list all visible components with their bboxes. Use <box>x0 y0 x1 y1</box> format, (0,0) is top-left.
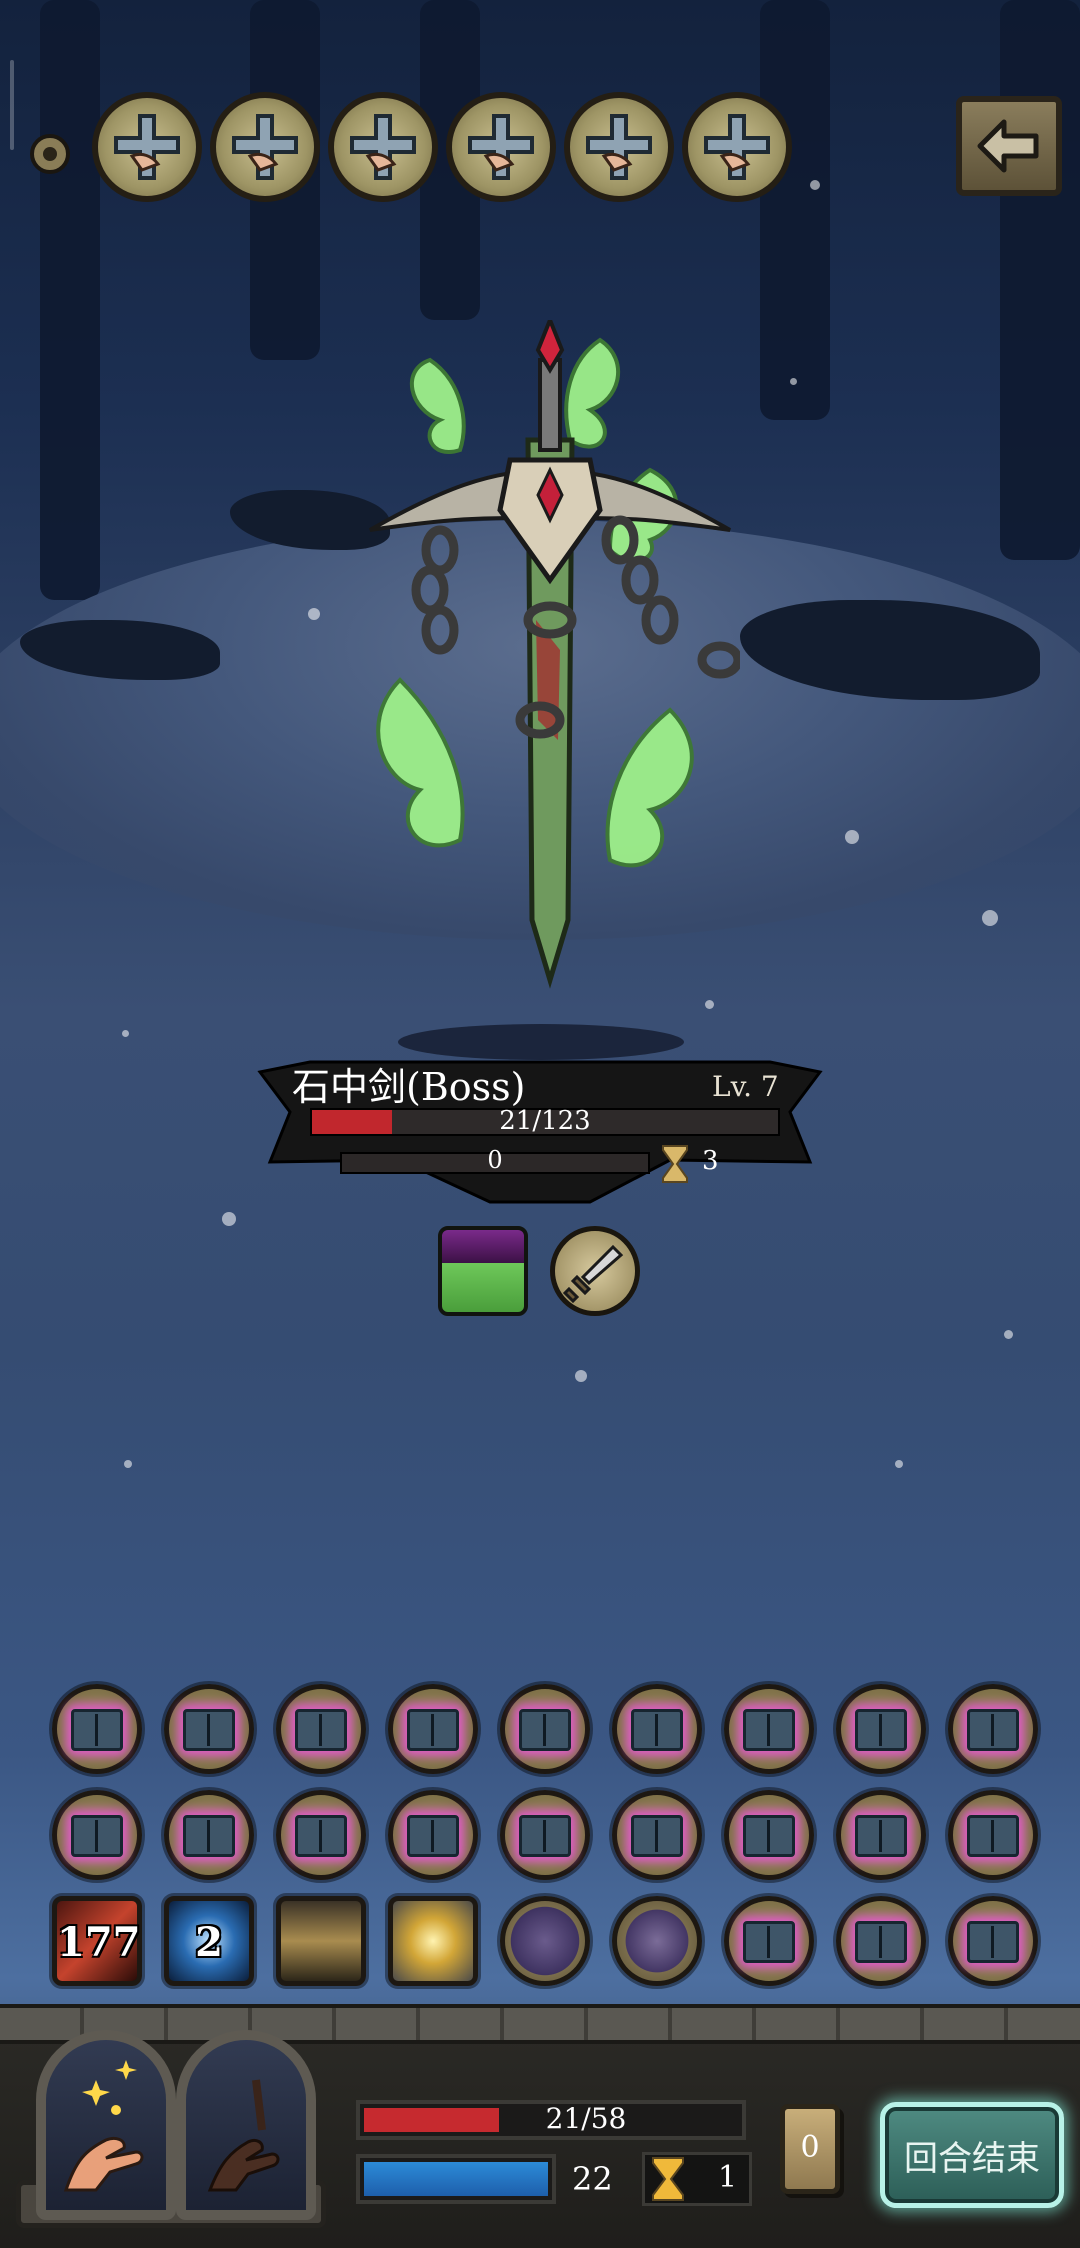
spellbook-icon[interactable] <box>612 1790 702 1880</box>
book-glyph <box>183 1815 235 1857</box>
background-tree <box>40 0 100 600</box>
book-glyph <box>71 1709 123 1751</box>
boss-name: 石中剑(Boss) <box>292 1065 526 1109</box>
cross-shield-icon[interactable] <box>682 92 792 202</box>
book-glyph <box>295 1709 347 1751</box>
cross-shield-icon[interactable] <box>328 92 438 202</box>
book-glyph <box>407 1709 459 1751</box>
book-glyph <box>631 1815 683 1857</box>
spellbook-icon[interactable] <box>276 1790 366 1880</box>
cross-shield-icon[interactable] <box>92 92 202 202</box>
book-glyph <box>183 1709 235 1751</box>
attack-sword-intent-icon[interactable] <box>550 1226 640 1316</box>
book-glyph <box>631 1709 683 1751</box>
cross-shield-icon[interactable] <box>210 92 320 202</box>
book-glyph <box>855 1709 907 1751</box>
magic-hand-icon <box>63 2060 144 2192</box>
spellbook-icon[interactable] <box>836 1896 926 1986</box>
bat-icon[interactable] <box>612 1896 702 1986</box>
monk-icon[interactable] <box>276 1896 366 1986</box>
player-mana-bar <box>356 2154 556 2204</box>
hourglass-icon <box>652 2157 684 2201</box>
dagger-icon <box>562 1244 624 1304</box>
card-row-1 <box>52 1684 1042 1774</box>
game-stage: 石中剑(Boss) Lv. 7 21/123 0 3 177 2 21/58 2… <box>0 0 1080 2248</box>
frost-icon[interactable]: 2 <box>164 1896 254 1986</box>
back-button[interactable] <box>956 96 1062 196</box>
book-glyph <box>295 1815 347 1857</box>
status-dot-icon <box>30 134 70 174</box>
shadow-hand-icon <box>207 2079 280 2192</box>
book-glyph <box>855 1815 907 1857</box>
cursed-sword-icon <box>369 314 743 989</box>
spellbook-icon[interactable] <box>164 1684 254 1774</box>
book-glyph <box>743 1709 795 1751</box>
arrow-left-icon <box>977 119 1039 173</box>
cross-shield-icon[interactable] <box>446 92 556 202</box>
book-glyph <box>743 1815 795 1857</box>
spellbook-icon[interactable] <box>836 1790 926 1880</box>
player-mana-text: 22 <box>572 2160 613 2198</box>
book-glyph <box>855 1921 907 1963</box>
boss-hp-text: 21/123 <box>499 1106 591 1136</box>
spellbook-icon[interactable] <box>836 1684 926 1774</box>
cross-shield-icon[interactable] <box>564 92 674 202</box>
spellbook-icon[interactable] <box>500 1790 590 1880</box>
spellbook-icon[interactable] <box>164 1790 254 1880</box>
dark-tome-icon[interactable] <box>500 1896 590 1986</box>
book-glyph <box>967 1709 1019 1751</box>
book-glyph <box>967 1921 1019 1963</box>
hourglass-icon <box>662 1145 688 1183</box>
spellbook-icon[interactable] <box>948 1684 1038 1774</box>
spellbook-icon[interactable] <box>724 1790 814 1880</box>
stone-divider <box>0 2004 1080 2044</box>
book-glyph <box>967 1815 1019 1857</box>
player-turns-text: 1 <box>718 2160 738 2195</box>
spellbook-icon[interactable] <box>612 1684 702 1774</box>
scroll-indicator <box>10 60 14 150</box>
background-tree <box>1000 0 1080 560</box>
boss-buff-row <box>92 92 792 202</box>
spellbook-icon[interactable] <box>52 1684 142 1774</box>
golden-figure-icon[interactable] <box>388 1896 478 1986</box>
boss-shield-text: 0 <box>487 1146 503 1174</box>
hero-slot-magic[interactable] <box>36 2030 176 2220</box>
background-tree <box>760 0 830 420</box>
book-glyph <box>519 1709 571 1751</box>
spellbook-icon[interactable] <box>948 1790 1038 1880</box>
spellbook-icon[interactable] <box>500 1684 590 1774</box>
book-glyph <box>71 1815 123 1857</box>
card-row-2 <box>52 1790 1042 1880</box>
spellbook-icon[interactable] <box>388 1790 478 1880</box>
player-mana-fill <box>364 2162 548 2196</box>
spellbook-icon[interactable] <box>276 1684 366 1774</box>
boss-countdown: 3 <box>702 1146 719 1176</box>
spellbook-icon[interactable] <box>52 1790 142 1880</box>
boss-sprite[interactable] <box>360 314 743 1000</box>
book-glyph <box>407 1815 459 1857</box>
end-turn-button[interactable]: 回合结束 <box>880 2102 1064 2208</box>
spellbook-icon[interactable] <box>388 1684 478 1774</box>
deck-count: 0 <box>800 2130 820 2165</box>
cursed-sword-intent-icon[interactable] <box>438 1226 528 1316</box>
hero-slot-locked[interactable] <box>176 2030 316 2220</box>
spellbook-icon[interactable] <box>948 1896 1038 1986</box>
spellbook-icon[interactable] <box>724 1896 814 1986</box>
player-hp-text: 21/58 <box>545 2102 627 2135</box>
card-grid: 177 2 <box>52 1684 1042 2002</box>
strike-icon[interactable]: 177 <box>52 1896 142 1986</box>
book-glyph <box>743 1921 795 1963</box>
spellbook-icon[interactable] <box>724 1684 814 1774</box>
book-glyph <box>519 1815 571 1857</box>
card-count: 177 <box>57 1919 141 1966</box>
boss-level: Lv. 7 <box>712 1070 779 1103</box>
card-row-3: 177 2 <box>52 1896 1042 1986</box>
card-count: 2 <box>195 1919 223 1966</box>
